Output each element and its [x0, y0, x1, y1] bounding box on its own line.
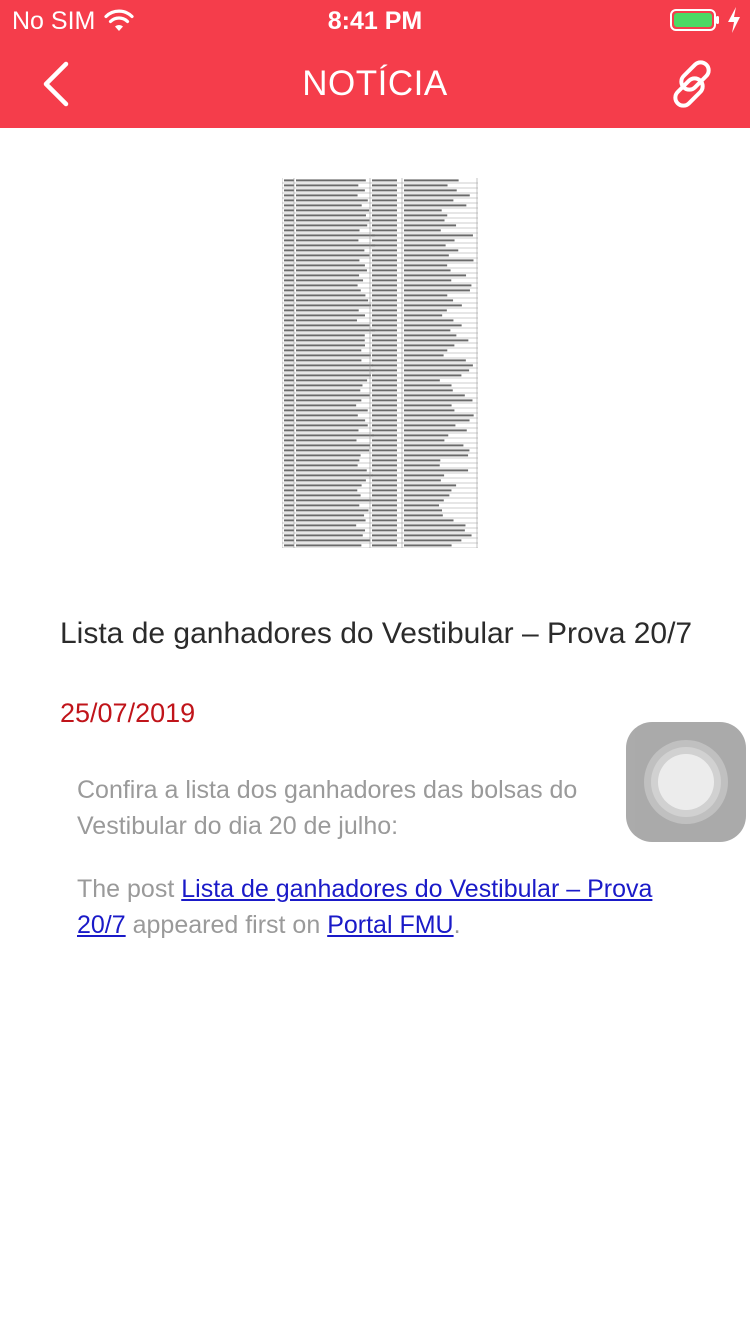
- assistive-ring-inner: [658, 754, 714, 810]
- post-footer: The post Lista de ganhadores do Vestibul…: [77, 871, 697, 943]
- post-intro: Confira a lista dos ganhadores das bolsa…: [77, 776, 578, 840]
- battery-icon: [670, 9, 719, 31]
- site-link[interactable]: Portal FMU: [327, 911, 453, 939]
- status-bar: No SIM 8:41 PM: [0, 0, 750, 40]
- app-header: No SIM 8:41 PM NOTÍCIA: [0, 0, 750, 128]
- page-title: NOTÍCIA: [302, 64, 448, 103]
- post-date: 25/07/2019: [60, 698, 196, 728]
- post-title: Lista de ganhadores do Vestibular – Prov…: [60, 617, 693, 650]
- clock-label: 8:41 PM: [327, 7, 423, 35]
- assistive-touch-button[interactable]: [626, 722, 746, 842]
- document-thumbnail[interactable]: [282, 178, 478, 548]
- navigation-bar: NOTÍCIA: [0, 40, 750, 128]
- footer-suffix: .: [453, 911, 461, 939]
- bolt-icon: [728, 7, 740, 33]
- footer-prefix: The post: [77, 875, 182, 903]
- footer-middle: appeared first on: [125, 911, 328, 939]
- link-icon[interactable]: [666, 58, 718, 110]
